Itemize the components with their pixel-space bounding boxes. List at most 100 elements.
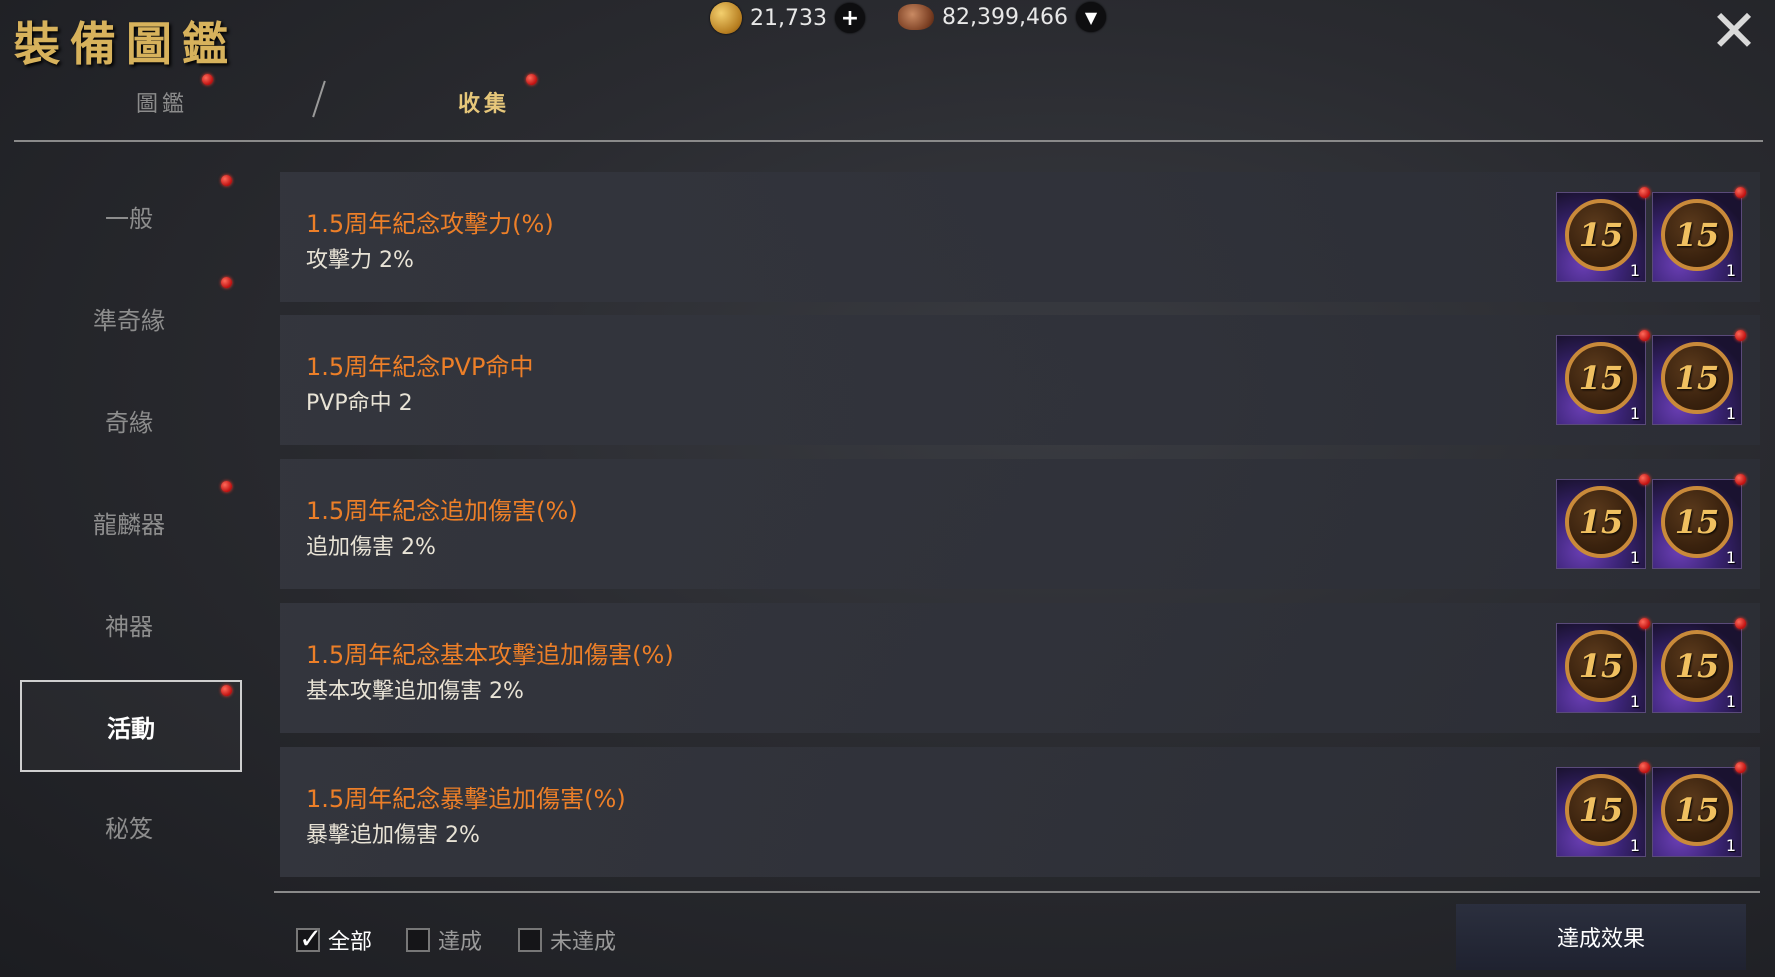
collection-row[interactable]: 1.5周年紀念暴擊追加傷害(%) 暴擊追加傷害 2% 15 1 15 1 — [280, 747, 1760, 877]
medal-level: 15 — [1565, 486, 1637, 558]
medal-level: 15 — [1565, 199, 1637, 271]
medal-count: 1 — [1629, 404, 1640, 423]
notification-dot — [1639, 187, 1650, 198]
collection-title: 1.5周年紀念暴擊追加傷害(%) — [306, 785, 626, 813]
notification-dot — [1639, 762, 1650, 773]
sidebar-item-artifact[interactable]: 神器 — [20, 580, 238, 668]
anniversary-medal-icon[interactable]: 15 1 — [1652, 762, 1746, 857]
collection-title: 1.5周年紀念基本攻擊追加傷害(%) — [306, 641, 674, 669]
anniversary-medal-icon[interactable]: 15 1 — [1556, 330, 1650, 425]
gold-amount: 21,733 — [750, 5, 827, 31]
collection-row[interactable]: 1.5周年紀念基本攻擊追加傷害(%) 基本攻擊追加傷害 2% 15 1 15 1 — [280, 603, 1760, 733]
header-divider — [14, 140, 1763, 142]
collection-title: 1.5周年紀念追加傷害(%) — [306, 497, 578, 525]
anniversary-medal-icon[interactable]: 15 1 — [1652, 187, 1746, 282]
notification-dot — [1735, 474, 1746, 485]
medal-level: 15 — [1565, 630, 1637, 702]
medal-count: 1 — [1629, 692, 1640, 711]
sidebar-item-adventure[interactable]: 奇緣 — [20, 376, 238, 464]
add-gold-button[interactable]: + — [834, 3, 865, 33]
collection-row[interactable]: 1.5周年紀念攻擊力(%) 攻擊力 2% 15 1 15 1 — [280, 172, 1760, 302]
collection-row[interactable]: 1.5周年紀念追加傷害(%) 追加傷害 2% 15 1 15 1 — [280, 459, 1760, 589]
collection-effect: 暴擊追加傷害 2% — [306, 823, 480, 848]
medal-count: 1 — [1725, 261, 1736, 280]
notification-dot — [526, 74, 537, 85]
anniversary-medal-icon[interactable]: 15 1 — [1652, 618, 1746, 713]
notification-dot — [221, 175, 232, 186]
notification-dot — [202, 74, 213, 85]
checkbox[interactable] — [518, 928, 542, 952]
sidebar-item-label: 準奇緣 — [93, 306, 165, 335]
collection-title: 1.5周年紀念PVP命中 — [306, 353, 534, 381]
notification-dot — [221, 685, 232, 696]
sidebar-item-label: 活動 — [107, 714, 155, 743]
anniversary-medal-icon[interactable]: 15 1 — [1556, 474, 1650, 569]
sidebar-item-semi-adventure[interactable]: 準奇緣 — [20, 274, 238, 362]
filter-label: 達成 — [438, 930, 483, 955]
medal-count: 1 — [1629, 261, 1640, 280]
sidebar-item-dragon-scale[interactable]: 龍麟器 — [20, 478, 238, 566]
tab-separator — [312, 80, 326, 118]
filter-all[interactable]: ✓ 全部 — [296, 922, 373, 956]
collection-effect: 攻擊力 2% — [306, 248, 414, 273]
collection-effect: 基本攻擊追加傷害 2% — [306, 679, 524, 704]
anniversary-medal-icon[interactable]: 15 1 — [1556, 618, 1650, 713]
notification-dot — [1735, 330, 1746, 341]
page-title: 裝備圖鑑 — [14, 17, 238, 71]
medal-count: 1 — [1725, 836, 1736, 855]
medal-level: 15 — [1565, 774, 1637, 846]
sidebar-item-label: 龍麟器 — [93, 510, 165, 539]
silver-amount: 82,399,466 — [942, 4, 1068, 30]
ore-icon — [898, 4, 934, 30]
sidebar-item-label: 秘笈 — [105, 814, 153, 843]
notification-dot — [1735, 618, 1746, 629]
achievement-effect-button[interactable]: 達成效果 — [1456, 904, 1746, 970]
sidebar-item-label: 奇緣 — [105, 408, 153, 437]
notification-dot — [221, 277, 232, 288]
medal-level: 15 — [1661, 630, 1733, 702]
medal-count: 1 — [1629, 836, 1640, 855]
sidebar-item-secret-manual[interactable]: 秘笈 — [20, 782, 238, 870]
silver-currency: 82,399,466 ▼ — [898, 2, 1106, 32]
checkbox[interactable]: ✓ — [296, 922, 322, 955]
medal-level: 15 — [1661, 342, 1733, 414]
anniversary-medal-icon[interactable]: 15 1 — [1556, 762, 1650, 857]
gold-currency: 21,733 + — [710, 2, 865, 34]
collection-row[interactable]: 1.5周年紀念PVP命中 PVP命中 2 15 1 15 1 — [280, 315, 1760, 445]
medal-level: 15 — [1565, 342, 1637, 414]
notification-dot — [221, 481, 232, 492]
medal-count: 1 — [1725, 548, 1736, 567]
sidebar-item-event[interactable]: 活動 — [20, 680, 242, 772]
filter-achieved[interactable]: 達成 — [406, 924, 482, 956]
medal-level: 15 — [1661, 486, 1733, 558]
checkbox[interactable] — [406, 928, 430, 952]
notification-dot — [1735, 187, 1746, 198]
notification-dot — [1639, 330, 1650, 341]
collection-title: 1.5周年紀念攻擊力(%) — [306, 210, 554, 238]
medal-count: 1 — [1629, 548, 1640, 567]
sidebar-item-label: 神器 — [105, 612, 153, 641]
sidebar-item-general[interactable]: 一般 — [20, 172, 238, 260]
medal-count: 1 — [1725, 404, 1736, 423]
anniversary-medal-icon[interactable]: 15 1 — [1652, 330, 1746, 425]
filter-not-achieved[interactable]: 未達成 — [518, 924, 616, 956]
anniversary-medal-icon[interactable]: 15 1 — [1652, 474, 1746, 569]
anniversary-medal-icon[interactable]: 15 1 — [1556, 187, 1650, 282]
notification-dot — [1735, 762, 1746, 773]
close-button[interactable]: ✕ — [1707, 2, 1761, 60]
medal-count: 1 — [1725, 692, 1736, 711]
silver-dropdown-button[interactable]: ▼ — [1075, 2, 1106, 32]
collection-effect: 追加傷害 2% — [306, 535, 436, 560]
medal-level: 15 — [1661, 774, 1733, 846]
footer-divider — [274, 891, 1760, 893]
tab-collection-book[interactable]: 圖鑑 — [136, 86, 188, 118]
sidebar-item-label: 一般 — [105, 204, 153, 233]
collection-effect: PVP命中 2 — [306, 391, 413, 416]
notification-dot — [1639, 474, 1650, 485]
gold-coin-icon — [710, 2, 742, 34]
check-icon: ✓ — [299, 922, 323, 955]
filter-label: 全部 — [328, 930, 373, 955]
medal-level: 15 — [1661, 199, 1733, 271]
notification-dot — [1639, 618, 1650, 629]
tab-collect[interactable]: 收集 — [458, 86, 510, 118]
